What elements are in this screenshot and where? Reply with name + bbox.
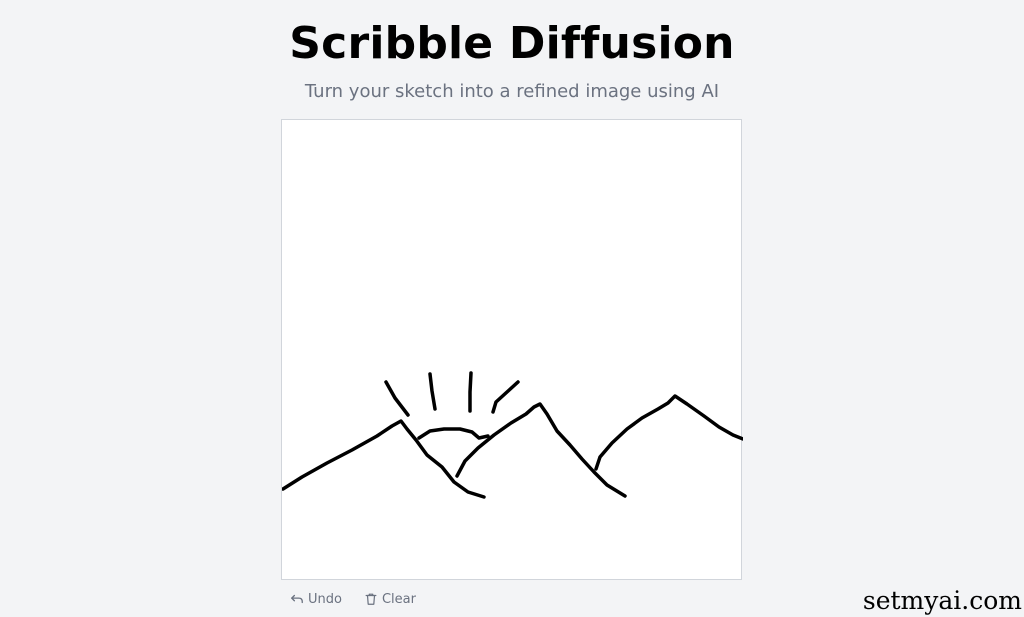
- sketch-stroke-right-mountain: [594, 394, 743, 471]
- sketch-stroke-sun: [417, 427, 490, 440]
- undo-button[interactable]: Undo: [290, 592, 342, 607]
- sketch-stroke-middle-mountain: [455, 402, 627, 498]
- trash-icon: [365, 593, 377, 605]
- clear-button[interactable]: Clear: [364, 592, 416, 607]
- watermark-text: setmyai.com: [862, 586, 1022, 615]
- sketch-drawing: [282, 371, 743, 499]
- sketch-stroke-ray-4: [491, 380, 520, 414]
- sketch-stroke-ray-2: [428, 372, 437, 411]
- page-title: Scribble Diffusion: [289, 18, 735, 69]
- sketch-stroke-left-mountain: [282, 419, 486, 499]
- undo-label: Undo: [308, 591, 342, 607]
- undo-arrow-icon: [291, 594, 303, 604]
- clear-label: Clear: [381, 591, 416, 607]
- sketch-stroke-ray-3: [468, 371, 473, 413]
- sketch-stroke-ray-1: [384, 380, 410, 417]
- sketch-canvas[interactable]: [281, 119, 743, 580]
- page-subtitle: Turn your sketch into a refined image us…: [304, 81, 720, 102]
- canvas-toolbar: Undo Clear: [290, 589, 416, 609]
